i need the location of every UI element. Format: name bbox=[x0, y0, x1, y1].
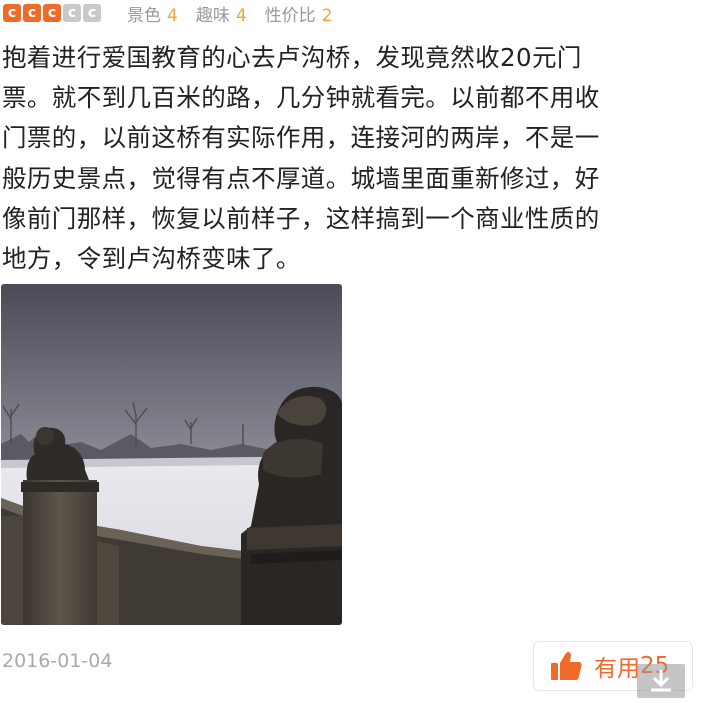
rating-pip: c bbox=[83, 4, 101, 22]
download-arrow-icon bbox=[651, 670, 671, 692]
review-line: 票。就不到几百米的路，几分钟就看完。以前都不用收 bbox=[2, 83, 600, 113]
score-label: 景色 bbox=[127, 5, 161, 26]
score-value: 2 bbox=[321, 5, 333, 26]
score-scenery: 景色 4 bbox=[127, 1, 178, 26]
review-line: 门票的，以前这桥有实际作用，连接河的两岸，不是一 bbox=[2, 123, 600, 153]
rating-pip: c bbox=[63, 4, 81, 22]
rating-pip: c bbox=[43, 4, 61, 22]
score-label: 趣味 bbox=[195, 5, 230, 26]
score-value: 4 bbox=[235, 5, 247, 26]
review-line: 抱着进行爱国教育的心去卢沟桥，发现竟然收20元门 bbox=[2, 43, 582, 72]
review-line: 像前门那样，恢复以前样子，这样搞到一个商业性质的 bbox=[2, 203, 600, 233]
rating-pip: c bbox=[23, 4, 41, 22]
rating-pip: c bbox=[3, 4, 21, 22]
useful-label: 有用 bbox=[594, 656, 640, 682]
thumbs-up-icon bbox=[551, 651, 582, 680]
review-date: 2016-01-04 bbox=[2, 650, 113, 672]
score-value-for-money: 性价比 2 bbox=[265, 1, 333, 26]
review-line: 地方，令到卢沟桥变味了。 bbox=[2, 244, 301, 274]
review-line: 般历史景点，觉得有点不厚道。城墙里面重新修过，好 bbox=[2, 163, 600, 193]
rating-pips: c c c c c bbox=[3, 4, 101, 22]
review-text: 抱着进行爱国教育的心去卢沟桥，发现竟然收20元门 票。就不到几百米的路，几分钟就… bbox=[2, 38, 712, 279]
bridge-photo-illustration bbox=[1, 284, 342, 625]
review-photo[interactable] bbox=[1, 284, 342, 625]
score-value: 4 bbox=[167, 5, 178, 26]
rating-row: c c c c c 景色 4 趣味 4 性价比 2 bbox=[3, 1, 350, 26]
score-label: 性价比 bbox=[264, 5, 316, 26]
download-icon[interactable] bbox=[637, 664, 685, 698]
score-fun: 趣味 4 bbox=[196, 1, 247, 26]
